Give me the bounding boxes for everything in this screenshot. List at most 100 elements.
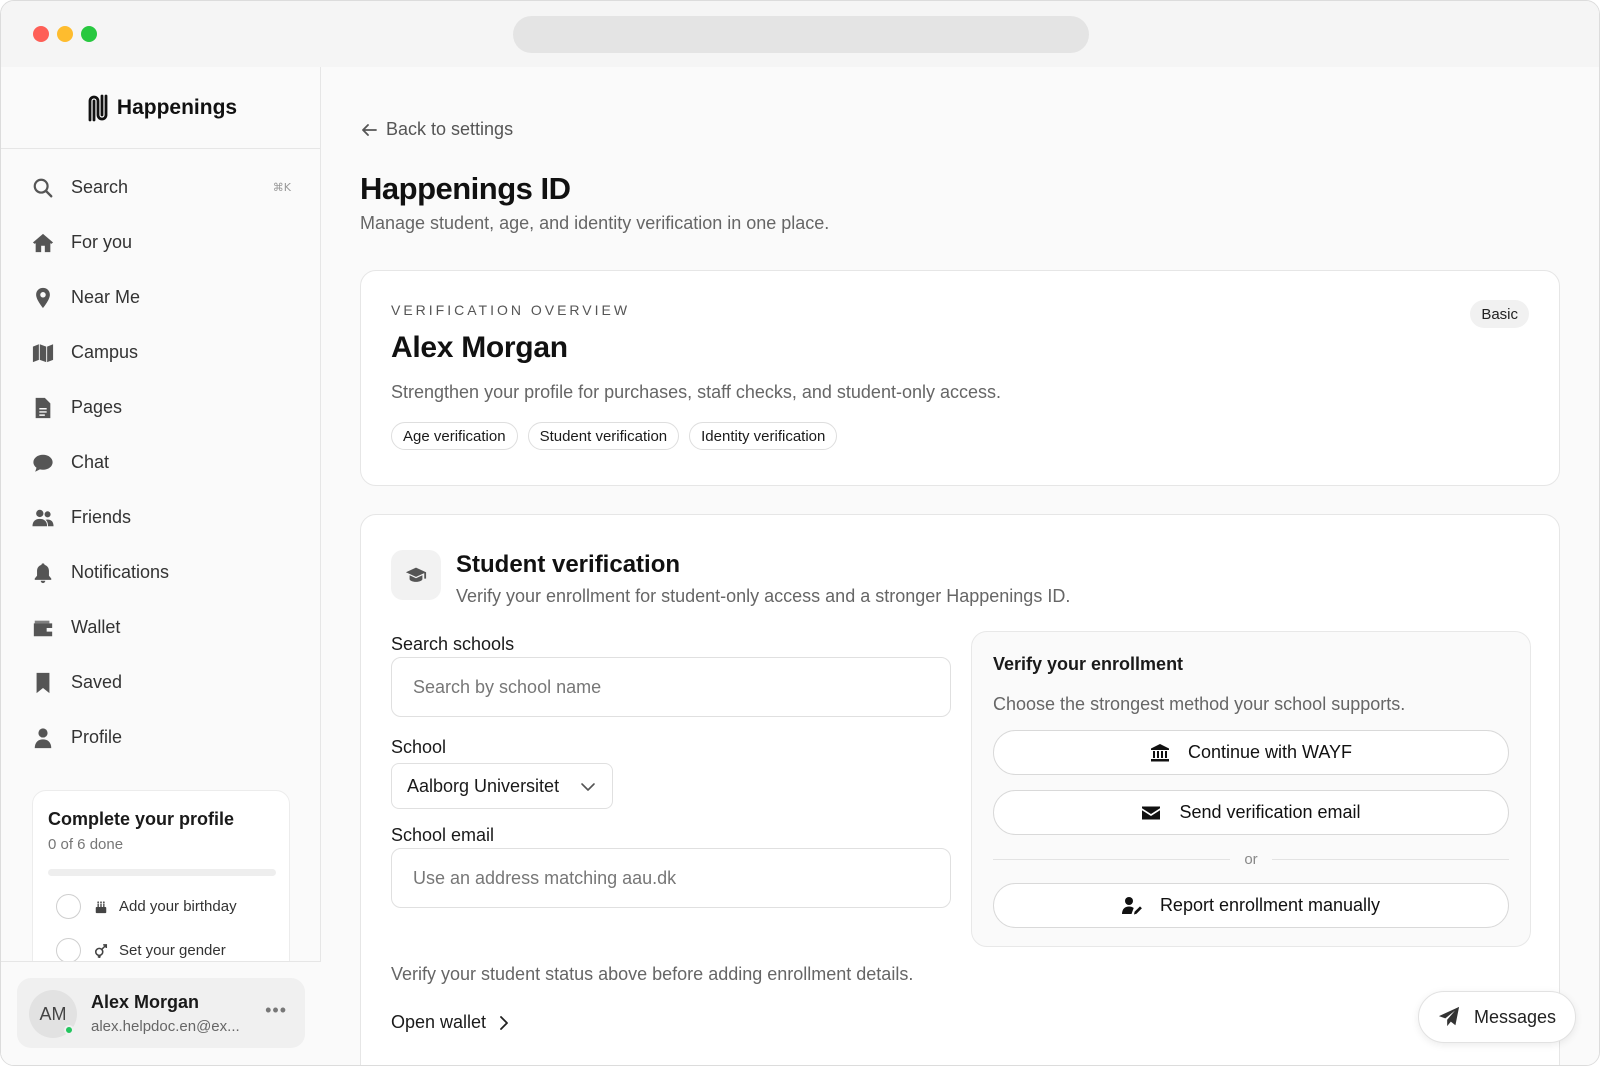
user-email: alex.helpdoc.en@ex... xyxy=(91,1018,240,1035)
sidebar-item-label: Notifications xyxy=(71,562,170,582)
maximize-window-button[interactable] xyxy=(81,26,97,42)
sidebar-item-label: Friends xyxy=(71,507,132,527)
sidebar-item-label: Campus xyxy=(71,342,139,362)
messages-button[interactable]: Messages xyxy=(1418,991,1576,1043)
enrollment-note: Verify your student status above before … xyxy=(391,964,914,984)
sidebar-item-profile[interactable]: Profile xyxy=(1,710,321,765)
chip-identity-verification[interactable]: Identity verification xyxy=(689,422,838,450)
sidebar-item-friends[interactable]: Friends xyxy=(1,490,321,545)
send-email-button-label: Send verification email xyxy=(1179,802,1361,822)
student-verification-card: Student verification Verify your enrollm… xyxy=(360,514,1560,1065)
verify-enrollment-description: Choose the strongest method your school … xyxy=(993,694,1406,714)
more-options-icon[interactable]: ••• xyxy=(265,1000,287,1021)
verify-enrollment-title: Verify your enrollment xyxy=(993,654,1184,674)
search-schools-label: Search schools xyxy=(391,634,515,654)
report-manually-button-label: Report enrollment manually xyxy=(1159,895,1381,915)
sidebar-item-wallet[interactable]: Wallet xyxy=(1,600,321,655)
title-bar xyxy=(1,1,1599,67)
sidebar-item-label: Search xyxy=(71,177,129,197)
wayf-button-label: Continue with WAYF xyxy=(1187,742,1353,762)
sidebar-item-label: Saved xyxy=(71,672,123,692)
sidebar-item-label: Profile xyxy=(71,727,123,747)
or-divider: or xyxy=(993,849,1509,869)
task-label: Add your birthday xyxy=(119,898,237,915)
sidebar-item-label: For you xyxy=(71,232,133,252)
chip-age-verification[interactable]: Age verification xyxy=(391,422,518,450)
sidebar-item-chat[interactable]: Chat xyxy=(1,435,321,490)
school-email-input[interactable] xyxy=(391,848,951,908)
sidebar-item-near-me[interactable]: Near Me xyxy=(1,270,321,325)
sidebar-item-label: Pages xyxy=(71,397,123,417)
sidebar-item-label: Near Me xyxy=(71,287,141,307)
verification-overview-card: VERIFICATION OVERVIEW Alex Morgan Streng… xyxy=(360,270,1560,486)
sidebar-item-label: Chat xyxy=(71,452,110,472)
bookmark-icon xyxy=(31,671,55,695)
sidebar: Happenings Search ⌘K For you Near Me Cam… xyxy=(1,67,321,1065)
complete-profile-title: Complete your profile xyxy=(48,809,235,829)
complete-profile-progress-bar xyxy=(48,869,276,876)
search-schools-input[interactable] xyxy=(391,657,951,717)
user-footer: AM Alex Morgan alex.helpdoc.en@ex... ••• xyxy=(1,961,321,1065)
open-wallet-label: Open wallet xyxy=(391,1012,487,1032)
sidebar-item-label: Wallet xyxy=(71,617,121,637)
task-checkbox[interactable] xyxy=(56,938,81,963)
complete-profile-progress-text: 0 of 6 done xyxy=(48,836,124,853)
messages-button-label: Messages xyxy=(1473,1006,1557,1027)
bell-icon xyxy=(31,561,55,585)
task-add-birthday[interactable]: Add your birthday xyxy=(56,894,237,919)
app-window: Happenings Search ⌘K For you Near Me Cam… xyxy=(0,0,1600,1066)
back-to-settings-link[interactable]: Back to settings xyxy=(360,119,513,140)
brand-name: Happenings xyxy=(116,95,238,119)
user-icon xyxy=(31,726,55,750)
task-set-gender[interactable]: Set your gender xyxy=(56,938,226,963)
verification-level-badge: Basic xyxy=(1470,300,1529,328)
chevron-down-icon xyxy=(581,783,595,791)
wallet-icon xyxy=(31,616,55,640)
address-bar[interactable] xyxy=(513,16,1089,53)
send-verification-email-button[interactable]: Send verification email xyxy=(993,790,1509,835)
school-label: School xyxy=(391,737,447,757)
page-subtitle: Manage student, age, and identity verifi… xyxy=(360,213,830,233)
open-wallet-link[interactable]: Open wallet xyxy=(391,1012,512,1033)
search-icon xyxy=(31,176,55,200)
sidebar-item-search[interactable]: Search ⌘K xyxy=(1,160,321,215)
envelope-icon xyxy=(1142,806,1161,819)
arrow-left-icon xyxy=(362,123,377,136)
main-content: Back to settings Happenings ID Manage st… xyxy=(322,67,1599,1065)
sidebar-item-saved[interactable]: Saved xyxy=(1,655,321,710)
continue-with-wayf-button[interactable]: Continue with WAYF xyxy=(993,730,1509,775)
user-edit-icon xyxy=(1121,896,1142,914)
overview-eyebrow: VERIFICATION OVERVIEW xyxy=(391,302,631,318)
sidebar-item-campus[interactable]: Campus xyxy=(1,325,321,380)
school-select[interactable]: Aalborg Universitet xyxy=(391,763,613,809)
user-name: Alex Morgan xyxy=(91,992,200,1012)
map-pin-icon xyxy=(31,286,55,310)
school-email-label: School email xyxy=(391,825,495,845)
paper-plane-icon xyxy=(1438,1006,1460,1027)
chevron-right-icon xyxy=(500,1015,508,1030)
school-select-value: Aalborg Universitet xyxy=(407,775,560,796)
report-enrollment-manually-button[interactable]: Report enrollment manually xyxy=(993,883,1509,928)
bank-icon xyxy=(1150,743,1169,761)
minimize-window-button[interactable] xyxy=(57,26,73,42)
overview-description: Strengthen your profile for purchases, s… xyxy=(391,382,1001,402)
users-icon xyxy=(31,506,55,530)
close-window-button[interactable] xyxy=(33,26,49,42)
chip-student-verification[interactable]: Student verification xyxy=(527,422,680,450)
overview-user-name: Alex Morgan xyxy=(391,331,568,364)
student-verification-description: Verify your enrollment for student-only … xyxy=(456,586,1071,606)
page-title: Happenings ID xyxy=(360,171,571,206)
task-label: Set your gender xyxy=(119,942,226,959)
sidebar-nav: Search ⌘K For you Near Me Campus Pages C… xyxy=(1,160,321,765)
happenings-logo-icon xyxy=(88,94,108,121)
back-link-label: Back to settings xyxy=(386,119,514,139)
sidebar-item-for-you[interactable]: For you xyxy=(1,215,321,270)
sidebar-item-pages[interactable]: Pages xyxy=(1,380,321,435)
student-verification-title: Student verification xyxy=(456,551,681,578)
home-icon xyxy=(31,231,55,255)
search-shortcut: ⌘K xyxy=(272,181,291,194)
sidebar-item-notifications[interactable]: Notifications xyxy=(1,545,321,600)
brand-header[interactable]: Happenings xyxy=(1,67,321,149)
task-checkbox[interactable] xyxy=(56,894,81,919)
account-switcher[interactable]: AM Alex Morgan alex.helpdoc.en@ex... ••• xyxy=(17,978,305,1048)
